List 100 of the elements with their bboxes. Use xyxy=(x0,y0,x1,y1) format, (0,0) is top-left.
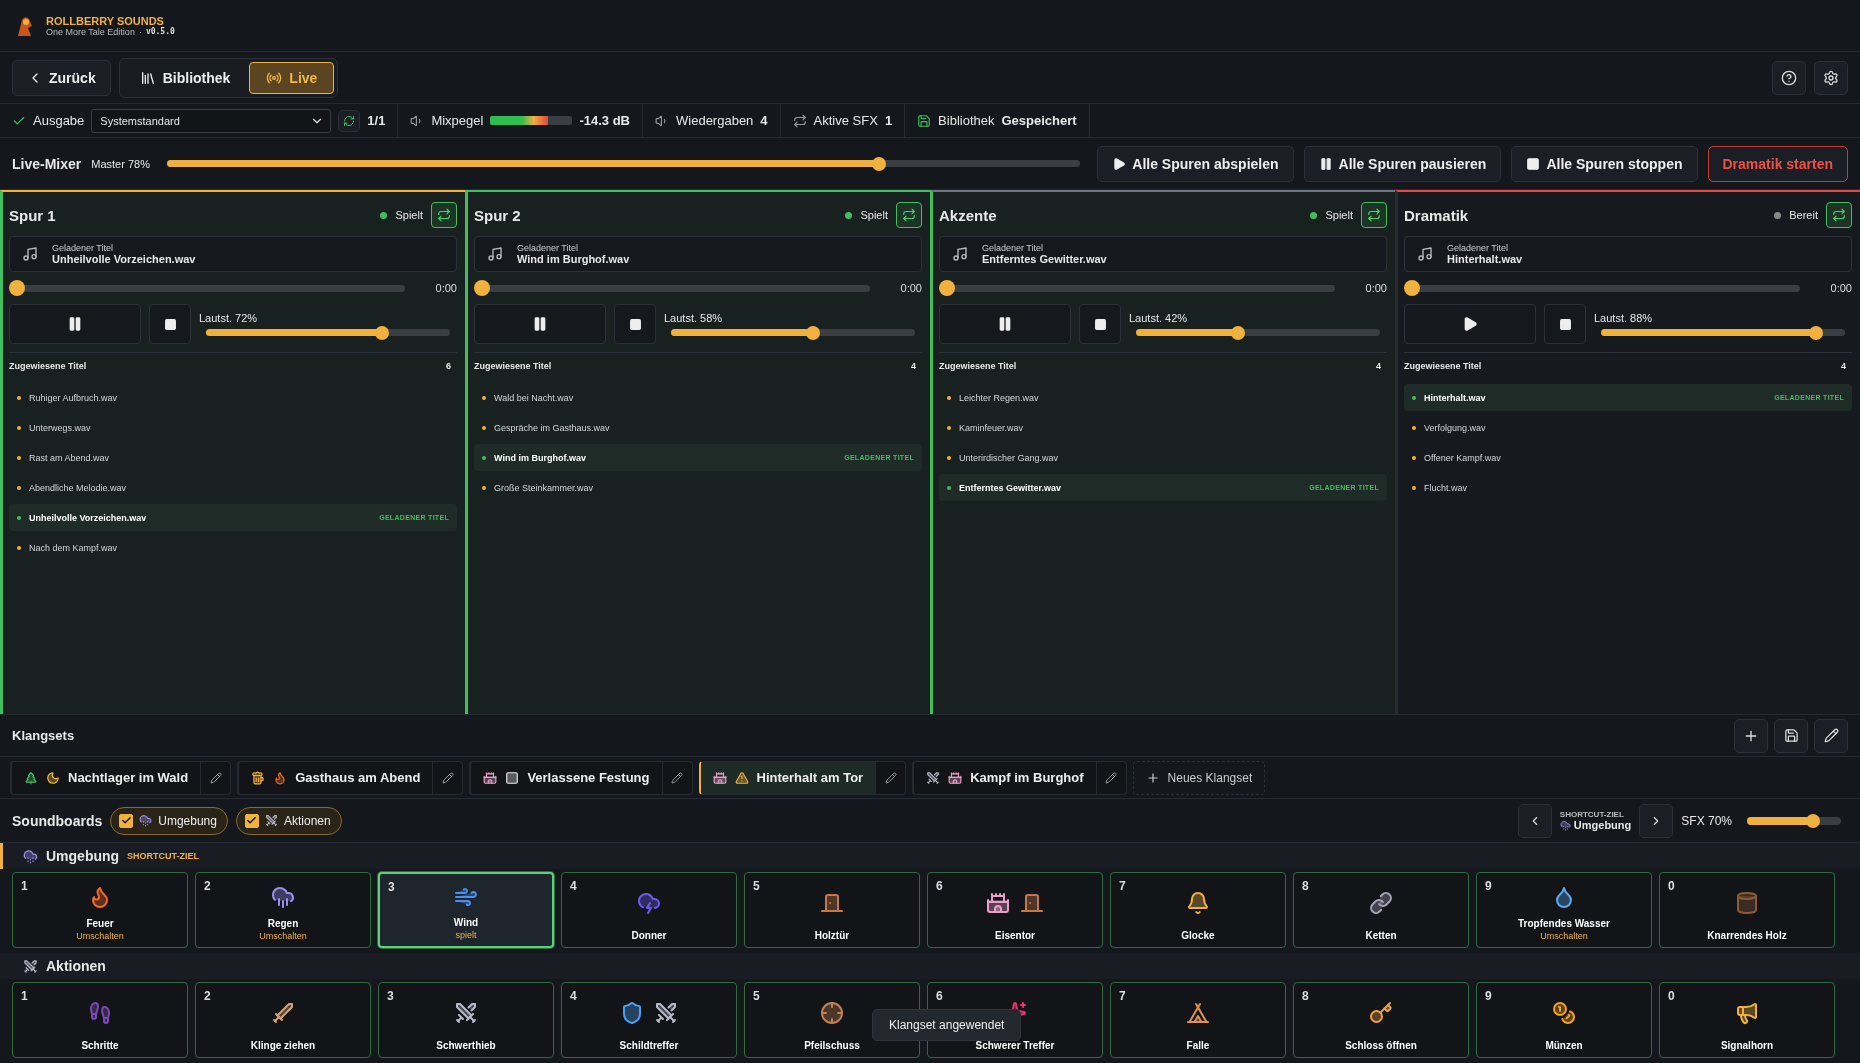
app-title: ROLLBERRY SOUNDS xyxy=(46,14,165,27)
list-count: 6 xyxy=(446,361,451,371)
library-state: Gespeichert xyxy=(1001,113,1077,128)
pad-name: Falle xyxy=(1186,1040,1210,1051)
version-label: v0.5.0 xyxy=(145,26,175,37)
pad-key: 6 xyxy=(936,879,943,893)
target-name: Umgebung xyxy=(1573,819,1632,831)
list-count: 4 xyxy=(1841,361,1846,371)
pad-name: Regen xyxy=(267,918,299,929)
output-label: Ausgabe xyxy=(33,113,85,128)
pad-name: Knarrendes Holz xyxy=(1707,930,1787,941)
pad-name: Tropfendes Wasser xyxy=(1518,918,1610,929)
pad-name: Münzen xyxy=(1545,1040,1583,1051)
pad-name: Feuer xyxy=(86,918,114,929)
list-title: Zugewiesene Titel xyxy=(939,361,1017,371)
track-name: Akzente xyxy=(939,206,998,224)
volume-label: Lautst. 88% xyxy=(1594,312,1654,324)
loaded-label: Geladener Titel xyxy=(517,243,580,253)
board-title: Aktionen xyxy=(46,958,106,974)
volume-label: Lautst. 42% xyxy=(1129,312,1189,324)
time-label: 0:00 xyxy=(899,282,922,294)
track-status: Spielt xyxy=(395,209,423,221)
loaded-title: Hinterhalt.wav xyxy=(1447,253,1523,265)
track-status: Spielt xyxy=(1325,209,1353,221)
playbacks-count: 4 xyxy=(760,113,768,128)
loaded-title: Wind im Burghof.wav xyxy=(517,253,630,265)
pad-name: Pfeilschuss xyxy=(804,1040,860,1051)
volume-label: Lautst. 58% xyxy=(664,312,724,324)
list-count: 4 xyxy=(911,361,916,371)
pad-key: 8 xyxy=(1302,989,1309,1003)
pad-note: Umschalten xyxy=(1540,931,1588,941)
shortcut-tag: SHORTCUT-ZIEL xyxy=(127,851,200,861)
pad-key: 4 xyxy=(570,989,577,1003)
pad-note: Umschalten xyxy=(76,931,124,941)
pad-name: Holztür xyxy=(814,930,850,941)
pad-key: 9 xyxy=(1485,879,1492,893)
mix-reading: -14.3 dB xyxy=(579,113,630,128)
pad-name: Donner xyxy=(631,930,667,941)
pad-key: 2 xyxy=(204,989,211,1003)
pad-key: 2 xyxy=(204,879,211,893)
sfx-volume-label: SFX 70% xyxy=(1681,813,1732,828)
time-label: 0:00 xyxy=(1364,282,1387,294)
pad-name: Schwerer Treffer xyxy=(975,1040,1055,1051)
edition-label: One More Tale Edition xyxy=(46,26,135,37)
section-title: Klangsets xyxy=(12,728,76,743)
time-label: 0:00 xyxy=(434,282,457,294)
board-title: Umgebung xyxy=(46,848,120,864)
track-name: Dramatik xyxy=(1404,206,1470,224)
pad-key: 0 xyxy=(1668,879,1675,893)
pad-key: 7 xyxy=(1119,989,1126,1003)
track-name: Spur 2 xyxy=(474,206,522,224)
list-title: Zugewiesene Titel xyxy=(9,361,87,371)
pad-name: Wind xyxy=(453,917,479,928)
filter-label: Aktionen xyxy=(283,813,331,828)
pad-key: 9 xyxy=(1485,989,1492,1003)
separator: · xyxy=(138,26,142,37)
pad-name: Schloss öffnen xyxy=(1345,1040,1417,1051)
pad-key: 6 xyxy=(936,989,943,1003)
list-title: Zugewiesene Titel xyxy=(1404,361,1482,371)
time-label: 0:00 xyxy=(1829,282,1852,294)
master-label: Master 78% xyxy=(91,157,150,170)
loaded-title: Entferntes Gewitter.wav xyxy=(982,253,1107,265)
loaded-label: Geladener Titel xyxy=(52,243,115,253)
pad-key: 7 xyxy=(1119,879,1126,893)
sfx-label: Aktive SFX xyxy=(813,113,878,128)
pad-key: 3 xyxy=(388,880,395,894)
list-count: 4 xyxy=(1376,361,1381,371)
pad-name: Eisentor xyxy=(995,930,1035,941)
mixer-title: Live-Mixer xyxy=(12,155,82,172)
pad-key: 0 xyxy=(1668,989,1675,1003)
sfx-count: 1 xyxy=(884,113,893,128)
library-label: Bibliothek xyxy=(938,113,995,128)
pad-key: 5 xyxy=(753,879,760,893)
pad-key: 4 xyxy=(570,879,577,893)
pad-name: Signalhorn xyxy=(1720,1040,1774,1051)
filter-label: Umgebung xyxy=(158,813,217,828)
soundboards-title: Soundboards xyxy=(12,812,103,829)
mix-label: Mixpegel xyxy=(431,113,484,128)
loaded-label: Geladener Titel xyxy=(1447,243,1510,253)
track-status: Spielt xyxy=(860,209,888,221)
track-status: Bereit xyxy=(1789,209,1818,221)
loaded-title: Unheilvolle Vorzeichen.wav xyxy=(52,253,196,265)
pad-key: 8 xyxy=(1302,879,1309,893)
toast: Klangset angewendet xyxy=(872,1009,1022,1041)
pad-name: Schritte xyxy=(81,1040,119,1051)
pad-key: 1 xyxy=(21,989,28,1003)
pad-key: 5 xyxy=(753,989,760,1003)
pad-name: Schildtreffer xyxy=(619,1040,679,1051)
loaded-label: Geladener Titel xyxy=(982,243,1045,253)
pad-name: Ketten xyxy=(1365,930,1397,941)
list-title: Zugewiesene Titel xyxy=(474,361,552,371)
playbacks-label: Wiedergaben xyxy=(676,113,754,128)
pad-name: Schwerthieb xyxy=(436,1040,496,1051)
pad-key: 3 xyxy=(387,989,394,1003)
track-name: Spur 1 xyxy=(9,206,57,224)
volume-label: Lautst. 72% xyxy=(199,312,259,324)
pad-name: Glocke xyxy=(1181,930,1215,941)
target-caption: SHORTCUT-ZIEL xyxy=(1559,810,1625,819)
pad-note: spielt xyxy=(455,930,477,940)
pad-note: Umschalten xyxy=(259,931,307,941)
